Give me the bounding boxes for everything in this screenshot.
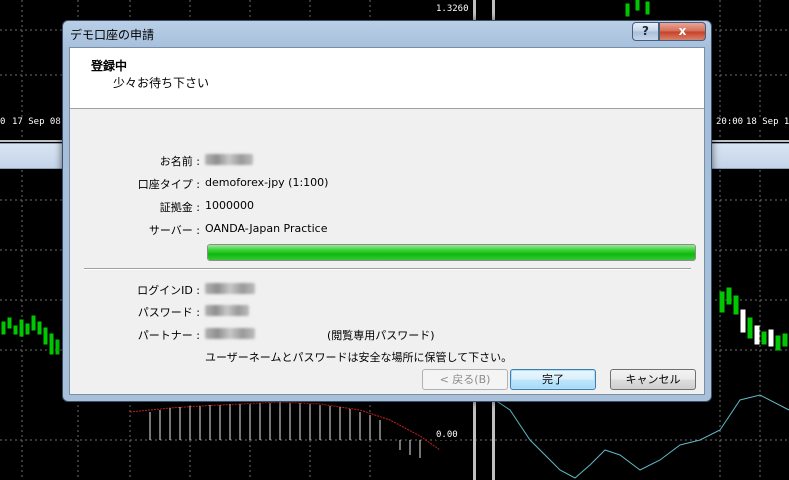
name-value-redacted bbox=[205, 154, 253, 165]
storage-notice: ユーザーネームとパスワードは安全な場所に保管して下さい。 bbox=[205, 351, 513, 364]
help-icon: ? bbox=[642, 24, 649, 38]
dialog-titlebar[interactable]: デモ口座の申請 ? x bbox=[63, 21, 711, 47]
header-title: 登録中 bbox=[91, 59, 128, 73]
cyan-oscillator-line bbox=[494, 394, 789, 479]
deposit-value: 1000000 bbox=[205, 199, 254, 212]
dialog-title: デモ口座の申請 bbox=[70, 28, 155, 42]
account-type-label: 口座タイプ : bbox=[137, 178, 200, 191]
server-label: サーバー : bbox=[148, 224, 200, 237]
sub-panel-bar-left bbox=[0, 143, 62, 169]
progress-fill bbox=[208, 245, 695, 260]
readonly-password-note: (閲覧専用パスワード) bbox=[327, 329, 435, 342]
server-value: OANDA-Japan Practice bbox=[205, 222, 328, 235]
time-label-right: 20:00 bbox=[716, 117, 744, 127]
finish-button[interactable]: 完了 bbox=[510, 369, 596, 390]
histogram-bars bbox=[149, 402, 421, 458]
zero-label: 0.00 bbox=[436, 430, 458, 440]
date-label-right: 18 Sep 12 bbox=[746, 117, 789, 127]
login-id-label: ログインID : bbox=[137, 284, 200, 297]
login-id-value-redacted bbox=[205, 283, 255, 294]
demo-account-dialog: デモ口座の申請 ? x 登録中 少々お待ち下さい お名前 : 口座タイプ : d… bbox=[62, 20, 712, 402]
section-divider bbox=[84, 268, 691, 270]
deposit-label: 証拠金 : bbox=[159, 201, 200, 214]
candles-top-right bbox=[625, 0, 650, 17]
help-button[interactable]: ? bbox=[632, 22, 659, 41]
close-icon: x bbox=[678, 24, 687, 38]
date-label-left-1: 0 bbox=[0, 117, 6, 127]
header-subtitle: 少々お待ち下さい bbox=[113, 76, 210, 90]
account-type-value: demoforex-jpy (1:100) bbox=[205, 176, 329, 189]
wizard-header: 登録中 少々お待ち下さい bbox=[70, 48, 704, 109]
partner-label: パートナー : bbox=[137, 329, 200, 342]
partner-value-redacted bbox=[205, 328, 255, 339]
password-value-redacted bbox=[205, 305, 249, 316]
dialog-body: 登録中 少々お待ち下さい お名前 : 口座タイプ : demoforex-jpy… bbox=[69, 47, 705, 395]
back-button[interactable]: < 戻る(B) bbox=[422, 369, 508, 390]
password-label: パスワード : bbox=[137, 306, 200, 319]
price-label-top: 1.3260 bbox=[436, 4, 469, 14]
candles-right bbox=[719, 287, 788, 351]
candles-left bbox=[1, 315, 60, 355]
close-button[interactable]: x bbox=[659, 22, 706, 41]
name-label: お名前 : bbox=[159, 155, 200, 168]
sub-panel-bar-right bbox=[712, 143, 789, 169]
cancel-button[interactable]: キャンセル bbox=[610, 369, 696, 390]
registration-progress-bar bbox=[207, 244, 696, 261]
red-indicator-line bbox=[129, 401, 441, 451]
